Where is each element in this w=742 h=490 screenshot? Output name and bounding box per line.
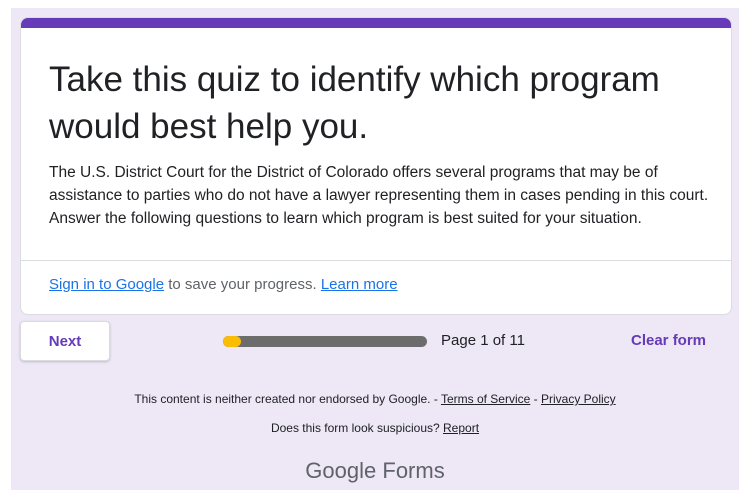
form-title: Take this quiz to identify which program… [49,60,660,146]
progress-bar [223,336,427,347]
footer-disclaimer: This content is neither created nor endo… [11,392,739,406]
divider [21,260,731,261]
page-indicator: Page 1 of 11 [441,332,525,349]
disclaimer-text: This content is neither created nor endo… [134,392,441,406]
form-description: The U.S. District Court for the District… [49,164,709,227]
progress-bar-fill [223,336,242,347]
brand-google: Google [305,458,377,483]
learn-more-link[interactable]: Learn more [321,276,398,293]
google-forms-logo: Google Forms [11,458,739,484]
form-page: Take this quiz to identify which program… [11,8,739,490]
signin-row: Sign in to Google to save your progress.… [49,276,398,293]
footer-report: Does this form look suspicious? Report [11,421,739,435]
report-link[interactable]: Report [443,421,479,435]
terms-of-service-link[interactable]: Terms of Service [441,392,530,406]
form-header-card: Take this quiz to identify which program… [20,17,732,315]
card-accent-bar [21,18,731,28]
sign-in-link[interactable]: Sign in to Google [49,276,164,293]
privacy-policy-link[interactable]: Privacy Policy [541,392,616,406]
suspicious-text: Does this form look suspicious? [270,421,444,435]
footer-separator: - [530,392,541,406]
signin-text: to save your progress. [164,276,321,293]
next-button[interactable]: Next [20,321,110,361]
clear-form-button[interactable]: Clear form [631,332,706,349]
brand-forms: Forms [382,458,445,483]
